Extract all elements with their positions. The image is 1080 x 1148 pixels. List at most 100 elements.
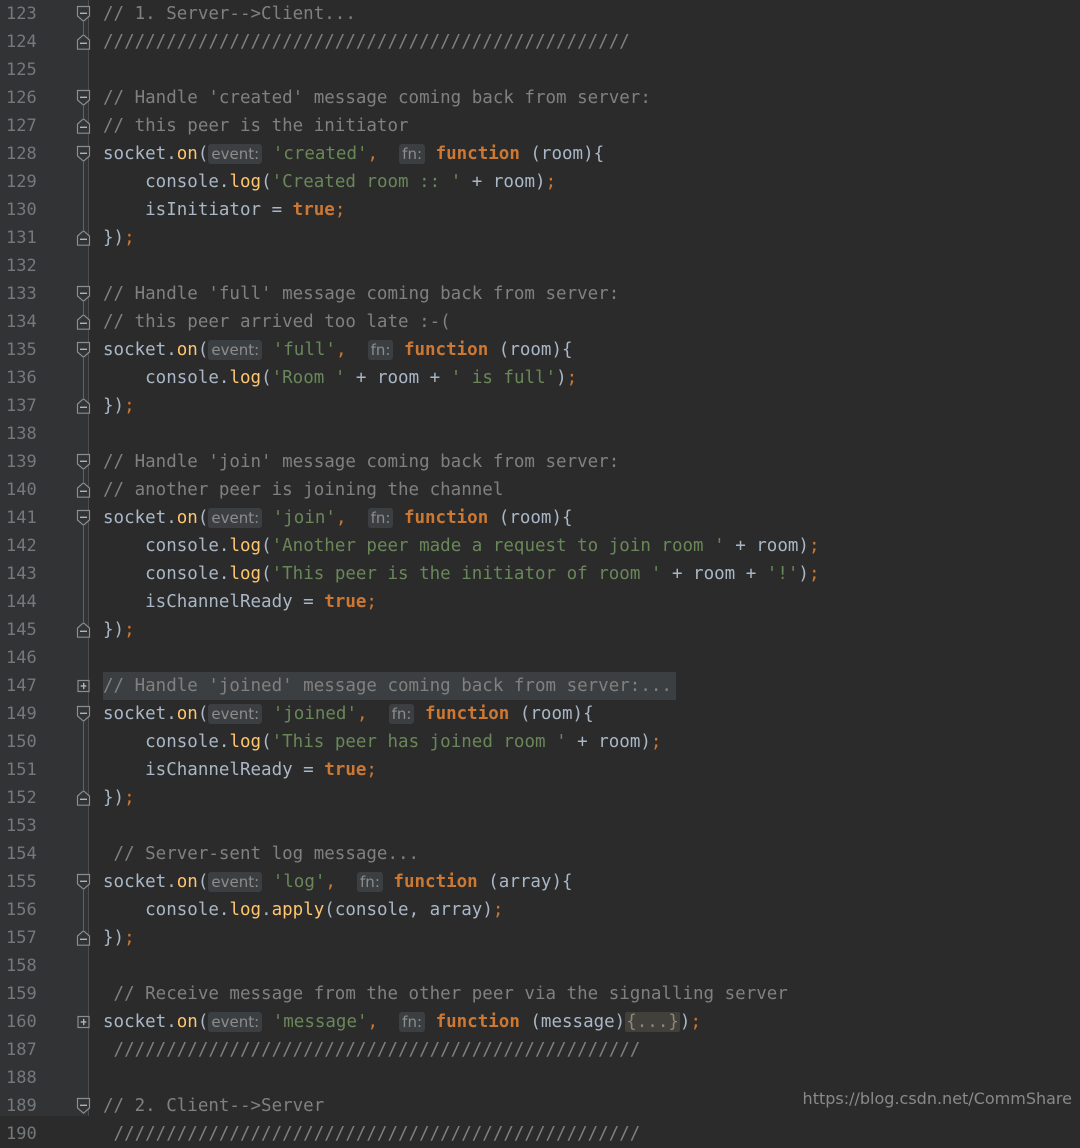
fold-region-end-icon[interactable] <box>75 313 92 331</box>
code-text[interactable]: // Handle 'joined' message coming back f… <box>103 672 676 700</box>
line-number[interactable]: 137 <box>0 392 72 420</box>
line-number[interactable]: 147 <box>0 672 72 700</box>
code-line[interactable]: 157}); <box>0 924 1080 952</box>
line-number[interactable]: 125 <box>0 56 72 84</box>
fold-collapse-icon[interactable] <box>75 1097 92 1115</box>
line-number[interactable]: 156 <box>0 896 72 924</box>
code-text[interactable]: ////////////////////////////////////////… <box>103 1120 641 1148</box>
code-text[interactable] <box>103 56 114 84</box>
code-text[interactable]: socket.on(event: 'message', fn: function… <box>103 1008 701 1036</box>
code-text[interactable] <box>103 420 114 448</box>
line-number[interactable]: 190 <box>0 1120 72 1148</box>
code-line[interactable]: 187 ////////////////////////////////////… <box>0 1036 1080 1064</box>
code-text[interactable]: // Receive message from the other peer v… <box>103 980 788 1008</box>
fold-region-end-icon[interactable] <box>75 229 92 247</box>
fold-region-end-icon[interactable] <box>75 33 92 51</box>
line-number[interactable]: 153 <box>0 812 72 840</box>
line-number[interactable]: 157 <box>0 924 72 952</box>
code-text[interactable]: }); <box>103 392 135 420</box>
code-line[interactable]: 124 /////////////////////////////////////… <box>0 28 1080 56</box>
code-text[interactable] <box>103 812 114 840</box>
code-line[interactable]: 130 isInitiator = true; <box>0 196 1080 224</box>
code-text[interactable]: console.log.apply(console, array); <box>103 896 503 924</box>
code-line[interactable]: 135 socket.on(event: 'full', fn: function… <box>0 336 1080 364</box>
line-number[interactable]: 134 <box>0 308 72 336</box>
code-line[interactable]: 133 // Handle 'full' message coming back … <box>0 280 1080 308</box>
code-text[interactable]: socket.on(event: 'created', fn: function… <box>103 140 604 168</box>
line-number[interactable]: 138 <box>0 420 72 448</box>
code-line[interactable]: 141 socket.on(event: 'join', fn: function… <box>0 504 1080 532</box>
fold-expand-icon[interactable] <box>75 1013 92 1031</box>
line-number[interactable]: 128 <box>0 140 72 168</box>
line-number[interactable]: 124 <box>0 28 72 56</box>
code-text[interactable]: console.log('This peer is the initiator … <box>103 560 819 588</box>
line-number[interactable]: 159 <box>0 980 72 1008</box>
code-line[interactable]: 126 // Handle 'created' message coming ba… <box>0 84 1080 112</box>
code-line[interactable]: 136 console.log('Room ' + room + ' is fu… <box>0 364 1080 392</box>
line-number[interactable]: 160 <box>0 1008 72 1036</box>
line-number[interactable]: 155 <box>0 868 72 896</box>
line-number[interactable]: 133 <box>0 280 72 308</box>
line-number[interactable]: 139 <box>0 448 72 476</box>
code-text[interactable]: // Handle 'created' message coming back … <box>103 84 651 112</box>
code-text[interactable]: ////////////////////////////////////////… <box>103 1036 641 1064</box>
code-text[interactable]: isChannelReady = true; <box>103 756 377 784</box>
line-number[interactable]: 150 <box>0 728 72 756</box>
code-text[interactable]: // Handle 'full' message coming back fro… <box>103 280 619 308</box>
code-line[interactable]: 160 socket.on(event: 'message', fn: funct… <box>0 1008 1080 1036</box>
fold-region-end-icon[interactable] <box>75 789 92 807</box>
code-text[interactable] <box>103 952 114 980</box>
code-text[interactable] <box>103 1064 114 1092</box>
line-number[interactable]: 136 <box>0 364 72 392</box>
line-number[interactable]: 123 <box>0 0 72 28</box>
line-number[interactable]: 145 <box>0 616 72 644</box>
line-number[interactable]: 131 <box>0 224 72 252</box>
line-number[interactable]: 140 <box>0 476 72 504</box>
line-number[interactable]: 149 <box>0 700 72 728</box>
fold-region-end-icon[interactable] <box>75 397 92 415</box>
code-line[interactable]: 138 <box>0 420 1080 448</box>
line-number[interactable]: 144 <box>0 588 72 616</box>
code-line[interactable]: 127 // this peer is the initiator <box>0 112 1080 140</box>
line-number[interactable]: 142 <box>0 532 72 560</box>
code-line[interactable]: 159 // Receive message from the other pe… <box>0 980 1080 1008</box>
code-line[interactable]: 125 <box>0 56 1080 84</box>
line-number[interactable]: 146 <box>0 644 72 672</box>
code-line[interactable]: 143 console.log('This peer is the initia… <box>0 560 1080 588</box>
line-number[interactable]: 151 <box>0 756 72 784</box>
line-number[interactable]: 158 <box>0 952 72 980</box>
code-text[interactable] <box>103 644 114 672</box>
code-line[interactable]: 145}); <box>0 616 1080 644</box>
line-number[interactable]: 129 <box>0 168 72 196</box>
code-line[interactable]: 146 <box>0 644 1080 672</box>
code-line[interactable]: 134 // this peer arrived too late :-( <box>0 308 1080 336</box>
line-number[interactable]: 135 <box>0 336 72 364</box>
code-text[interactable]: console.log('Created room :: ' + room); <box>103 168 556 196</box>
line-number[interactable]: 143 <box>0 560 72 588</box>
code-line[interactable]: 137}); <box>0 392 1080 420</box>
line-number[interactable]: 130 <box>0 196 72 224</box>
line-number[interactable]: 132 <box>0 252 72 280</box>
code-line[interactable]: 147 // Handle 'joined' message coming bac… <box>0 672 1080 700</box>
code-line[interactable]: 139 // Handle 'join' message coming back … <box>0 448 1080 476</box>
code-line[interactable]: 132 <box>0 252 1080 280</box>
code-line[interactable]: 188 <box>0 1064 1080 1092</box>
code-text[interactable]: // Handle 'join' message coming back fro… <box>103 448 619 476</box>
code-text[interactable]: socket.on(event: 'log', fn: function (ar… <box>103 868 573 896</box>
code-line[interactable]: 158 <box>0 952 1080 980</box>
line-number[interactable]: 152 <box>0 784 72 812</box>
code-line[interactable]: 131}); <box>0 224 1080 252</box>
fold-expand-icon[interactable] <box>75 677 92 695</box>
fold-region-end-icon[interactable] <box>75 929 92 947</box>
line-number[interactable]: 127 <box>0 112 72 140</box>
code-line[interactable]: 128 socket.on(event: 'created', fn: funct… <box>0 140 1080 168</box>
code-line[interactable]: 144 isChannelReady = true; <box>0 588 1080 616</box>
code-line[interactable]: 155 socket.on(event: 'log', fn: function … <box>0 868 1080 896</box>
code-text[interactable]: console.log('This peer has joined room '… <box>103 728 661 756</box>
code-line[interactable]: 190 ////////////////////////////////////… <box>0 1120 1080 1148</box>
code-text[interactable]: socket.on(event: 'join', fn: function (r… <box>103 504 573 532</box>
code-text[interactable] <box>103 252 114 280</box>
line-number[interactable]: 188 <box>0 1064 72 1092</box>
code-line[interactable]: 151 isChannelReady = true; <box>0 756 1080 784</box>
code-line[interactable]: 140 // another peer is joining the channe… <box>0 476 1080 504</box>
